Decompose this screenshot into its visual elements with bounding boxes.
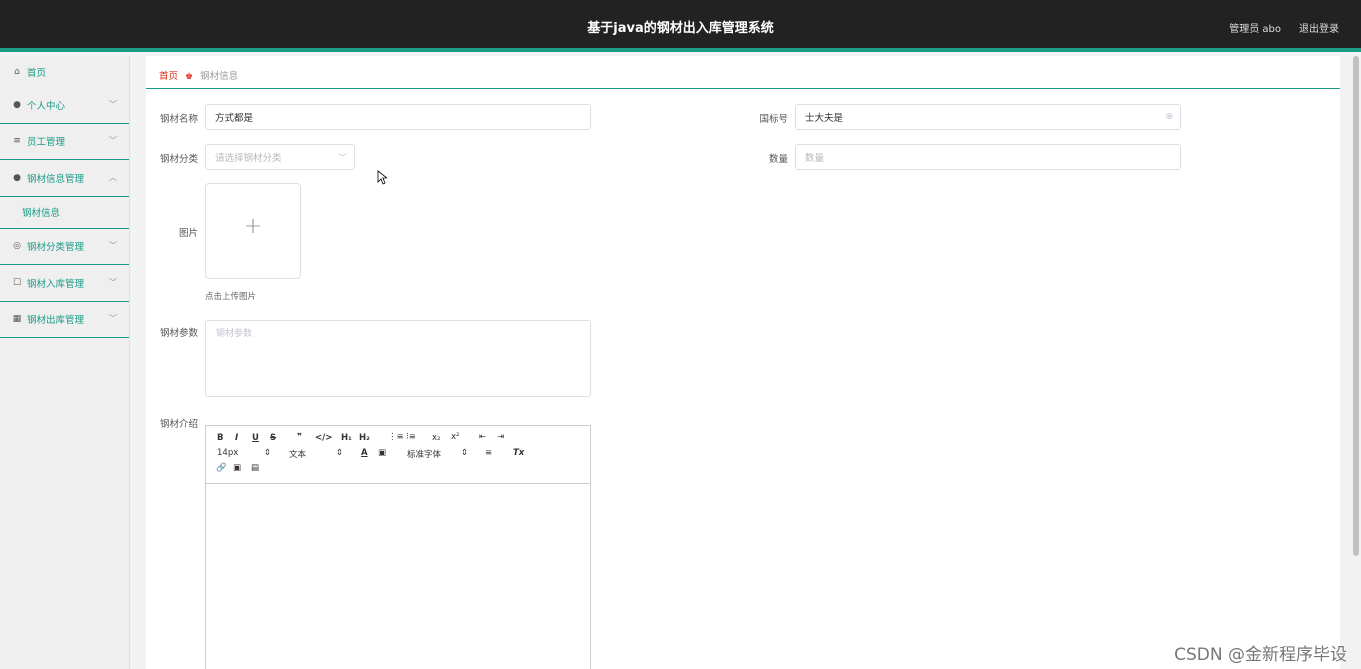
- strike-button[interactable]: S: [270, 433, 276, 443]
- sidebar-item-label: 员工管理: [27, 137, 66, 149]
- logout-button[interactable]: 退出登录: [1299, 20, 1339, 35]
- sidebar-item-label: 首页: [27, 67, 47, 79]
- sidebar-item-steel-outbound[interactable]: ▦ 钢材出库管理 ﹀: [0, 302, 129, 338]
- chevron-down-icon: ﹀: [109, 241, 117, 251]
- scrollbar[interactable]: [1353, 56, 1359, 556]
- sidebar-item-label: 个人中心: [27, 100, 66, 112]
- sidebar-item-steel-info-mgmt[interactable]: ● 钢材信息管理 ︿: [0, 160, 129, 197]
- bg-color-icon[interactable]: ▣: [378, 448, 386, 458]
- outdent-icon[interactable]: ⇤: [479, 432, 486, 442]
- current-user: 管理员 abo: [1229, 24, 1281, 35]
- category-select[interactable]: 请选择钢材分类 ﹀: [205, 144, 355, 170]
- chevron-up-icon: ︿: [109, 172, 117, 182]
- sidebar-item-label: 钢材入库管理: [27, 278, 85, 290]
- font-size-select[interactable]: 14px: [217, 448, 238, 458]
- watermark: CSDN @金新程序毕设: [1174, 645, 1347, 665]
- sidebar-item-steel-info[interactable]: 钢材信息: [0, 197, 129, 229]
- quantity-label: 数量: [768, 154, 788, 165]
- chevron-down-icon: ﹀: [109, 314, 117, 324]
- text-type-arrows-icon: ⇕: [336, 448, 344, 458]
- image-label: 图片: [178, 228, 198, 239]
- upload-tip: 点击上传图片: [205, 292, 257, 302]
- chevron-down-icon: ﹀: [109, 99, 117, 109]
- h2-button[interactable]: H₂: [359, 433, 370, 443]
- code-value: 士大夫是: [805, 113, 844, 124]
- category-label: 钢材分类: [159, 154, 198, 165]
- font-size-arrows-icon: ⇕: [264, 448, 272, 458]
- intro-label: 钢材介绍: [159, 419, 198, 430]
- category-placeholder: 请选择钢材分类: [215, 153, 282, 164]
- subscript-button[interactable]: x₂: [432, 433, 440, 443]
- breadcrumb: 首页 ♚ 钢材信息: [159, 68, 238, 82]
- underline-button[interactable]: U: [252, 433, 259, 443]
- breadcrumb-home[interactable]: 首页: [159, 71, 178, 82]
- sidebar: ⌂ 首页 ● 个人中心 ﹀ ≡ 员工管理 ﹀ ● 钢材信息管理 ︿ 钢材信息 ◎…: [0, 56, 130, 669]
- crown-icon: ♚: [185, 72, 194, 82]
- clear-format-icon[interactable]: Tx: [513, 448, 524, 458]
- main-content: 首页 ♚ 钢材信息 钢材名称 方式都是 国标号 士大夫是 ⊗ 钢材分类 请选择钢…: [146, 56, 1340, 669]
- code-input[interactable]: 士大夫是 ⊗: [795, 104, 1181, 130]
- rich-text-editor: B I U S ❞ </> H₁ H₂ ⋮≡ ⁝≡ x₂ x² ⇤ ⇥ 14px…: [205, 425, 591, 669]
- chevron-down-icon: ﹀: [109, 136, 117, 146]
- mouse-cursor-icon: [377, 170, 387, 185]
- home-icon: ⌂: [14, 66, 20, 77]
- sidebar-item-steel-category[interactable]: ◎ 钢材分类管理 ﹀: [0, 229, 129, 265]
- video-icon[interactable]: ▤: [251, 463, 259, 473]
- breadcrumb-current: 钢材信息: [200, 71, 239, 82]
- params-label: 钢材参数: [159, 328, 198, 339]
- top-header: 基于java的钢材出入库管理系统 管理员 abo 退出登录: [0, 0, 1361, 52]
- clear-icon[interactable]: ⊗: [1165, 112, 1173, 122]
- plus-icon: +: [243, 214, 263, 239]
- sidebar-item-staff[interactable]: ≡ 员工管理 ﹀: [0, 124, 129, 160]
- name-label: 钢材名称: [159, 114, 198, 125]
- pin-icon: ●: [13, 172, 21, 183]
- user-icon: ●: [13, 99, 21, 110]
- params-textarea[interactable]: 钢材参数: [205, 320, 591, 397]
- app-title: 基于java的钢材出入库管理系统: [587, 21, 774, 36]
- list-icon: ≡: [13, 136, 21, 147]
- grid-icon: ▦: [12, 314, 22, 325]
- bullet-list-icon[interactable]: ⁝≡: [406, 432, 416, 442]
- sidebar-item-label: 钢材信息管理: [27, 173, 85, 185]
- quote-icon[interactable]: ❞: [297, 432, 302, 442]
- inbox-icon: ☐: [12, 277, 22, 288]
- target-icon: ◎: [13, 241, 21, 252]
- chevron-down-icon: ﹀: [337, 153, 347, 164]
- chevron-down-icon: ﹀: [109, 277, 117, 287]
- code-icon[interactable]: </>: [315, 433, 332, 443]
- superscript-button[interactable]: x²: [451, 432, 459, 442]
- ordered-list-icon[interactable]: ⋮≡: [388, 432, 404, 442]
- breadcrumb-divider: [146, 88, 1340, 89]
- quantity-placeholder: 数量: [805, 153, 825, 164]
- text-type-select[interactable]: 文本: [289, 448, 306, 460]
- editor-toolbar: B I U S ❞ </> H₁ H₂ ⋮≡ ⁝≡ x₂ x² ⇤ ⇥ 14px…: [206, 426, 590, 484]
- sidebar-item-label: 钢材出库管理: [27, 315, 85, 327]
- font-family-arrows-icon: ⇕: [461, 448, 469, 458]
- font-family-select[interactable]: 标准字体: [407, 448, 441, 460]
- name-value: 方式都是: [215, 113, 254, 124]
- h1-button[interactable]: H₁: [341, 433, 352, 443]
- sidebar-item-label: 钢材信息: [22, 208, 61, 219]
- sidebar-item-steel-inbound[interactable]: ☐ 钢材入库管理 ﹀: [0, 265, 129, 302]
- params-placeholder: 钢材参数: [216, 329, 253, 339]
- link-icon[interactable]: 🔗: [216, 463, 227, 473]
- indent-icon[interactable]: ⇥: [497, 432, 504, 442]
- quantity-input[interactable]: 数量: [795, 144, 1181, 170]
- image-icon[interactable]: ▣: [233, 463, 241, 473]
- font-color-icon[interactable]: A: [361, 448, 368, 458]
- sidebar-item-home[interactable]: ⌂ 首页: [0, 56, 129, 87]
- image-upload[interactable]: +: [205, 183, 301, 279]
- align-icon[interactable]: ≡: [485, 448, 492, 458]
- sidebar-item-label: 钢材分类管理: [27, 242, 85, 254]
- italic-button[interactable]: I: [235, 433, 238, 443]
- code-label: 国标号: [759, 114, 788, 125]
- sidebar-item-personal-center[interactable]: ● 个人中心 ﹀: [0, 87, 129, 124]
- bold-button[interactable]: B: [217, 433, 223, 443]
- editor-body[interactable]: [206, 484, 590, 669]
- name-input[interactable]: 方式都是: [205, 104, 591, 130]
